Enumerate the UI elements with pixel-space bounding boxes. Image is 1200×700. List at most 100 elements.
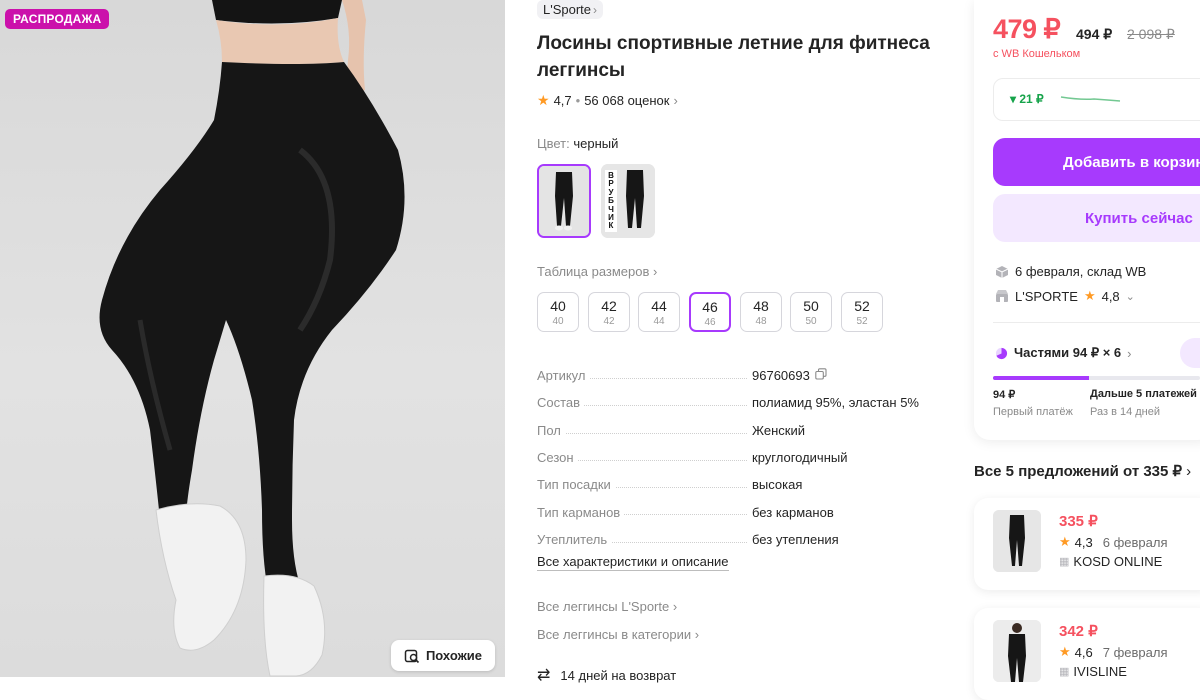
offer-rating-row: ★ 4,3 6 февраля [1059,534,1168,550]
seller-info[interactable]: L'SPORTE ★ 4,8 ⌄ [995,288,1135,304]
offer-price: 335 ₽ [1059,513,1098,530]
add-to-cart-button[interactable]: Добавить в корзину [993,138,1200,186]
brand-name: L'Sporte [543,2,592,17]
separator-dot: • [575,93,581,108]
spec-value-text: Женский [752,422,805,438]
spec-value: высокая [752,477,802,492]
size-value: 50 [803,298,819,314]
price-drop: ▾ 21 ₽ [1010,92,1044,106]
spec-row: Артикул 96760693 [537,362,937,389]
chevron-right-icon: › [1127,345,1132,361]
installments-label: Частями 94 ₽ × 6 [1014,345,1122,360]
first-payment-note: Первый платёж [993,406,1073,418]
category-link[interactable]: Все леггинсы в категории › [537,627,699,642]
similar-button[interactable]: Похожие [391,640,495,671]
spec-value-text: полиамид 95%, эластан 5% [752,395,919,411]
size-russian: 48 [755,316,767,327]
spec-row: Сезон круглогодичный [537,444,937,471]
pie-chart-icon [995,347,1008,359]
spec-value-text: без карманов [752,504,834,520]
store-icon [996,290,1008,302]
spec-row: Тип карманов без карманов [537,498,937,525]
size-option-42[interactable]: 42 42 [588,292,630,332]
offer-date: 6 февраля [1102,534,1168,550]
size-option-50[interactable]: 50 50 [790,292,832,332]
spec-key: Тип посадки [537,477,615,493]
buy-now-button[interactable]: Купить сейчас [993,194,1200,242]
delivery-info: 6 февраля, склад WB [995,264,1146,279]
brand-link[interactable]: L'Sporte › [537,0,604,19]
swatch-vertical-text: ВРУБЧИК [608,171,614,231]
all-specs-link[interactable]: Все характеристики и описание [537,554,729,571]
return-policy[interactable]: ⇄ 14 дней на возврат [537,665,676,685]
size-value: 48 [753,298,769,314]
seller-rating: 4,8 [1101,288,1120,304]
size-option-48[interactable]: 48 48 [740,292,782,332]
color-swatch-black[interactable] [537,164,591,238]
next-payments: Дальше 5 платежей [1090,388,1197,400]
old-price: 2 098 ₽ [1127,26,1175,42]
next-payments-note: Раз в 14 дней [1090,406,1161,418]
spec-key: Артикул [537,368,590,384]
chevron-right-icon: › [672,599,678,614]
size-value: 40 [550,298,566,314]
spec-value: полиамид 95%, эластан 5% [752,395,919,410]
price-history[interactable]: ▾ 21 ₽ [993,78,1200,121]
product-main-image[interactable]: РАСПРОДАЖА Похожие [0,0,505,677]
chevron-down-icon: ⌄ [1125,290,1135,303]
size-russian: 44 [653,316,665,327]
return-label: 14 дней на возврат [560,667,677,683]
spec-value-text: 96760693 [752,368,810,384]
color-swatch-alt[interactable]: ВРУБЧИК [601,164,655,238]
star-icon: ★ [1059,644,1071,659]
chevron-right-icon: › [1186,462,1192,480]
spec-value[interactable]: 96760693 [752,368,827,383]
size-value: 44 [651,298,667,314]
spec-value-text: высокая [752,477,803,493]
spec-value: без карманов [752,505,834,520]
return-arrow-icon: ⇄ [537,667,551,684]
sale-badge: РАСПРОДАЖА [5,9,110,29]
offers-title[interactable]: Все 5 предложений от 335 ₽ › [974,462,1192,481]
spec-value-text: без утепления [752,531,839,547]
size-option-52[interactable]: 52 52 [841,292,883,332]
spec-row: Утеплитель без утепления [537,526,937,553]
offer-rating: 4,6 [1074,644,1093,660]
current-price: 479 ₽ [993,14,1061,44]
spec-row: Пол Женский [537,417,937,444]
offer-card[interactable]: 342 ₽ ★ 4,6 7 февраля ▦ IVISLINE [974,608,1200,700]
size-russian: 52 [856,316,868,327]
chevron-right-icon: › [694,627,700,642]
spec-value: Женский [752,423,805,438]
size-value: 42 [601,298,617,314]
swatch-thumbnail [539,166,589,236]
installments-progress [993,376,1200,380]
size-chart-link[interactable]: Таблица размеров › [537,264,657,279]
divider [993,322,1200,323]
color-label: Цвет: черный [537,136,618,151]
dotted-leader [537,432,747,434]
size-russian: 50 [805,316,817,327]
size-option-46[interactable]: 46 46 [689,292,731,332]
chevron-right-icon: › [673,93,678,108]
product-photo [99,0,405,677]
similar-label: Похожие [425,648,483,663]
offer-card[interactable]: 335 ₽ ★ 4,3 6 февраля ▦ KOSD ONLINE [974,498,1200,590]
rating-row[interactable]: ★ 4,7 • 56 068 оценок › [537,92,678,109]
offers-title-text: Все 5 предложений от 335 ₽ [974,463,1183,480]
price-trend-icon [1060,96,1121,102]
installments-link[interactable]: Частями 94 ₽ × 6 › [995,345,1132,361]
size-option-40[interactable]: 40 40 [537,292,579,332]
brand-category-link[interactable]: Все леггинсы L'Sporte › [537,599,677,614]
star-icon: ★ [1083,288,1096,303]
store-icon: ▦ [1059,556,1070,568]
spec-value: круглогодичный [752,450,848,465]
installments-progress-fill [993,376,1090,380]
seller-name: L'SPORTE [1015,288,1078,304]
wallet-note[interactable]: с WB Кошельком [993,48,1080,60]
spec-row: Состав полиамид 95%, эластан 5% [537,389,937,416]
spec-row: Тип посадки высокая [537,471,937,498]
size-option-44[interactable]: 44 44 [638,292,680,332]
copy-icon[interactable] [815,368,827,383]
spec-key: Сезон [537,450,578,466]
